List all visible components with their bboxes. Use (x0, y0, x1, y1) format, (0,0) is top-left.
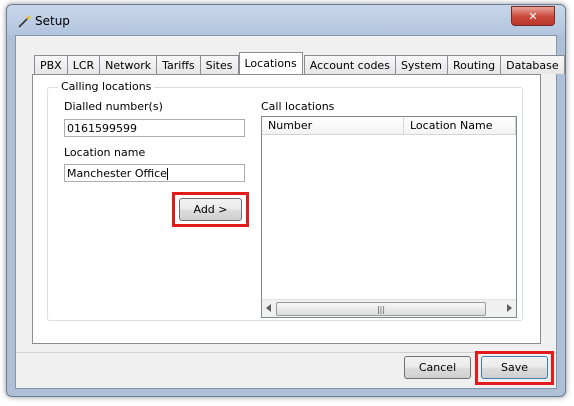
scroll-left-icon[interactable] (266, 304, 271, 312)
close-icon: ✕ (528, 9, 538, 23)
call-locations-list[interactable]: Number Location Name ||| (261, 116, 517, 318)
tab-network[interactable]: Network (99, 55, 158, 74)
tab-locations[interactable]: Locations (238, 52, 303, 74)
setup-window: Setup ✕ PBX LCR Network Tariffs Sites Lo… (6, 4, 566, 397)
scroll-thumb[interactable]: ||| (276, 302, 486, 316)
dialled-number-input[interactable]: 0161599599 (64, 119, 245, 137)
dialled-number-label: Dialled number(s) (64, 100, 163, 113)
text-caret (166, 168, 168, 180)
column-location-name[interactable]: Location Name (404, 117, 516, 135)
tab-system[interactable]: System (394, 55, 448, 74)
tab-strip: PBX LCR Network Tariffs Sites Locations … (34, 52, 565, 74)
cancel-button[interactable]: Cancel (404, 356, 471, 379)
tab-account-codes[interactable]: Account codes (303, 55, 396, 74)
add-button[interactable]: Add > (179, 198, 242, 221)
dialog-client-area: PBX LCR Network Tariffs Sites Locations … (15, 35, 565, 389)
window-title: Setup (35, 14, 70, 28)
save-button[interactable]: Save (481, 356, 548, 379)
horizontal-scrollbar[interactable]: ||| (262, 299, 516, 317)
tab-tariffs[interactable]: Tariffs (156, 55, 201, 74)
group-title: Calling locations (58, 80, 155, 93)
column-number[interactable]: Number (262, 117, 404, 135)
tab-sites[interactable]: Sites (199, 55, 239, 74)
location-name-input[interactable]: Manchester Office (64, 164, 245, 182)
call-locations-label: Call locations (261, 100, 335, 113)
close-button[interactable]: ✕ (511, 6, 555, 26)
list-header: Number Location Name (262, 117, 516, 135)
tab-database[interactable]: Database (500, 55, 565, 74)
location-name-label: Location name (64, 146, 146, 159)
grip-icon: ||| (376, 304, 386, 314)
tab-pbx[interactable]: PBX (34, 55, 68, 74)
locations-tab-panel: Calling locations Dialled number(s) 0161… (32, 74, 541, 344)
wand-icon (18, 15, 31, 28)
calling-locations-group: Calling locations Dialled number(s) 0161… (47, 80, 523, 321)
tab-routing[interactable]: Routing (446, 55, 502, 74)
title-bar[interactable]: Setup ✕ (7, 5, 565, 35)
scroll-right-icon[interactable] (507, 304, 512, 312)
tab-lcr[interactable]: LCR (66, 55, 101, 74)
